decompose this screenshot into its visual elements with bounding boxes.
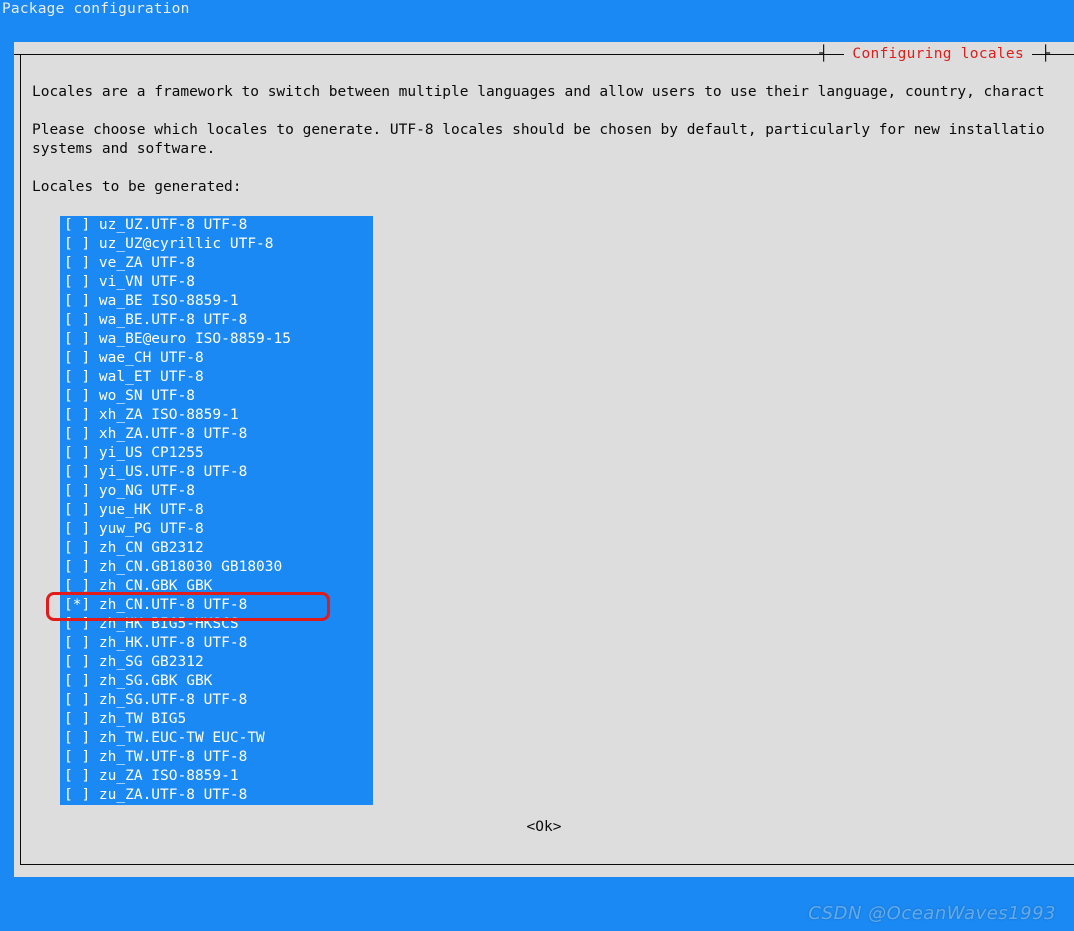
locale-item[interactable]: [ ] zh_TW.EUC-TW EUC-TW — [60, 729, 371, 748]
ok-button[interactable]: <Ok> — [14, 818, 1074, 837]
locale-item[interactable]: [ ] wo_SN UTF-8 — [60, 387, 371, 406]
locale-item[interactable]: [ ] yuw_PG UTF-8 — [60, 520, 371, 539]
locale-item[interactable]: [ ] zh_TW BIG5 — [60, 710, 371, 729]
terminal-background: Package configuration ┤ Configuring loca… — [0, 0, 1074, 931]
screenshot-root: Package configuration ┤ Configuring loca… — [0, 0, 1074, 931]
desc-line-1: Locales are a framework to switch betwee… — [32, 84, 1045, 100]
dialog-box: ┤ Configuring locales ├ Locales are a fr… — [14, 42, 1074, 877]
locale-item[interactable]: [*] zh_CN.UTF-8 UTF-8 — [60, 596, 371, 615]
locale-item[interactable]: [ ] wal_ET UTF-8 — [60, 368, 371, 387]
desc-line-2: Please choose which locales to generate.… — [32, 122, 1045, 138]
watermark-text: CSDN @OceanWaves1993 — [808, 904, 1056, 923]
title-frame-right: ├ — [1041, 45, 1050, 64]
locale-item[interactable]: [ ] zh_TW.UTF-8 UTF-8 — [60, 748, 371, 767]
dialog-border-bottom — [20, 864, 1074, 865]
dialog-content: Locales are a framework to switch betwee… — [32, 64, 1074, 855]
locale-item[interactable]: [ ] wa_BE ISO-8859-1 — [60, 292, 371, 311]
locale-item[interactable]: [ ] zh_HK BIG5-HKSCS — [60, 615, 371, 634]
prompt-label: Locales to be generated: — [32, 179, 242, 195]
locale-item[interactable]: [ ] wa_BE@euro ISO-8859-15 — [60, 330, 371, 349]
locale-item[interactable]: [ ] yi_US CP1255 — [60, 444, 371, 463]
dialog-border-left — [20, 54, 21, 865]
locale-item[interactable]: [ ] zh_HK.UTF-8 UTF-8 — [60, 634, 371, 653]
locale-item[interactable]: [ ] xh_ZA ISO-8859-1 — [60, 406, 371, 425]
locale-item[interactable]: [ ] zu_ZA.UTF-8 UTF-8 — [60, 786, 371, 805]
locale-item[interactable]: [ ] zh_CN.GBK GBK — [60, 577, 371, 596]
locale-item[interactable]: [ ] zh_CN.GB18030 GB18030 — [60, 558, 371, 577]
locale-item[interactable]: [ ] zu_ZA ISO-8859-1 — [60, 767, 371, 786]
locale-item[interactable]: [ ] vi_VN UTF-8 — [60, 273, 371, 292]
locale-item[interactable]: [ ] uz_UZ@cyrillic UTF-8 — [60, 235, 371, 254]
locale-item[interactable]: [ ] xh_ZA.UTF-8 UTF-8 — [60, 425, 371, 444]
locale-item[interactable]: [ ] wa_BE.UTF-8 UTF-8 — [60, 311, 371, 330]
title-frame-left: ┤ — [819, 45, 828, 64]
locale-item[interactable]: [ ] yue_HK UTF-8 — [60, 501, 371, 520]
locale-item[interactable]: [ ] zh_SG.GBK GBK — [60, 672, 371, 691]
locale-item[interactable]: [ ] uz_UZ.UTF-8 UTF-8 — [60, 216, 371, 235]
dialog-title: Configuring locales — [844, 45, 1032, 64]
locale-checklist[interactable]: [ ] uz_UZ.UTF-8 UTF-8 [ ] uz_UZ@cyrillic… — [60, 216, 373, 805]
locale-item[interactable]: [ ] ve_ZA UTF-8 — [60, 254, 371, 273]
locale-item[interactable]: [ ] zh_SG GB2312 — [60, 653, 371, 672]
locale-item[interactable]: [ ] wae_CH UTF-8 — [60, 349, 371, 368]
window-title: Package configuration — [0, 0, 190, 19]
desc-line-3: systems and software. — [32, 141, 215, 157]
locale-item[interactable]: [ ] zh_SG.UTF-8 UTF-8 — [60, 691, 371, 710]
locale-item[interactable]: [ ] yi_US.UTF-8 UTF-8 — [60, 463, 371, 482]
locale-item[interactable]: [ ] zh_CN GB2312 — [60, 539, 371, 558]
locale-item[interactable]: [ ] yo_NG UTF-8 — [60, 482, 371, 501]
